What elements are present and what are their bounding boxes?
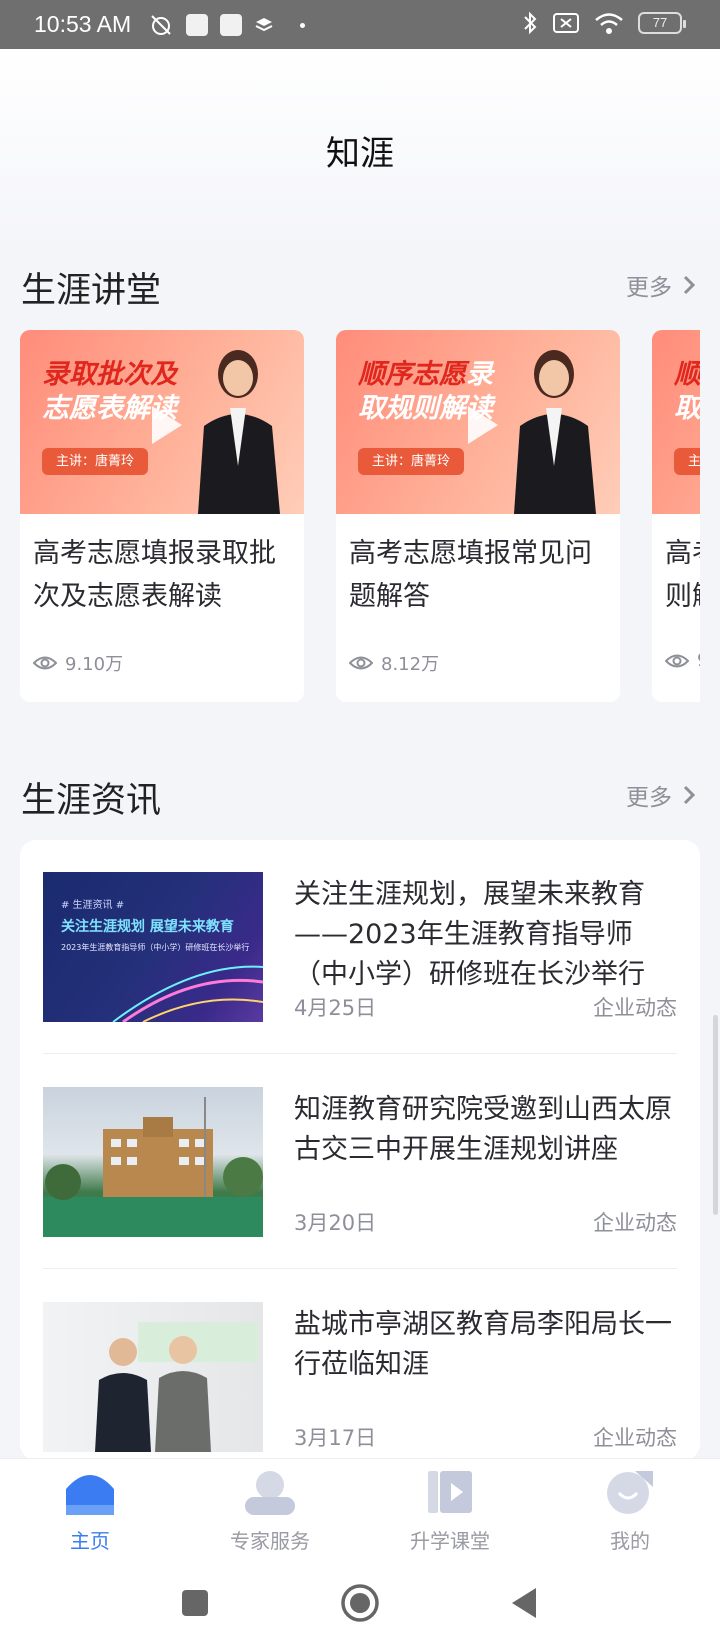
lecture-title: 高考志愿填报录取规则解读: [665, 538, 700, 612]
lecture-card[interactable]: 顺 取 主讲 高考志愿填报录取规则解读 9: [652, 330, 700, 702]
no-sim-icon: [553, 13, 579, 33]
back-icon[interactable]: [508, 1586, 538, 1620]
news-title: 盐城市亭湖区教育局李阳局长一行莅临知涯: [294, 1309, 672, 1380]
thumbnail-line: 录: [466, 359, 493, 390]
divider: [43, 1268, 677, 1269]
alarm-off-icon: [151, 15, 171, 35]
news-item[interactable]: 盐城市亭湖区教育局李阳局长一行莅临知涯 3月17日 企业动态: [43, 1302, 677, 1454]
lecture-thumbnail: 顺 取 主讲: [652, 330, 700, 514]
more-notifications-icon: [300, 22, 305, 28]
news-list: # 生涯资讯 # 关注生涯规划 展望未来教育 2023年生涯教育指导师（中小学）…: [20, 840, 700, 1460]
status-notification-icons: [148, 12, 305, 38]
thumbnail-decoration: [112, 965, 263, 1022]
news-category: 企业动态: [593, 1426, 677, 1450]
chevron-right-icon: [683, 785, 696, 805]
bottom-tab-bar: 主页 专家服务 升学课堂 我的: [0, 1458, 720, 1564]
lecture-title: 高考志愿填报常见问题解答: [349, 538, 592, 612]
app-notification-icon: [220, 14, 242, 36]
news-category: 企业动态: [593, 1211, 677, 1235]
news-date: 3月20日: [294, 1211, 377, 1235]
news-section-title: 生涯资讯: [21, 781, 162, 821]
view-count-value: 8.12万: [381, 654, 440, 675]
news-item[interactable]: # 生涯资讯 # 关注生涯规划 展望未来教育 2023年生涯教育指导师（中小学）…: [43, 872, 677, 1024]
layers-icon: [255, 18, 273, 32]
wifi-icon: [595, 13, 623, 34]
thumbnail-title: 顺 取: [674, 358, 700, 426]
eye-icon: [665, 654, 689, 667]
eye-icon: [33, 656, 57, 670]
news-title: 关注生涯规划，展望未来教育——2023年生涯教育指导师（中小学）研修班在长沙举行: [294, 879, 645, 990]
battery-icon: 77: [638, 12, 686, 34]
page-title: 知涯: [326, 134, 394, 174]
thumbnail-line: 取规则: [358, 393, 439, 424]
school-building-photo: [43, 1097, 263, 1237]
thumbnail-line: 顺: [674, 359, 700, 390]
tab-label: 升学课堂: [410, 1529, 490, 1553]
lecture-carousel[interactable]: 录取批次及 志愿表解读 主讲：唐菁玲 高考志愿填报录取批次及志愿表解读 9.10…: [20, 330, 700, 702]
news-title: 知涯教育研究院受邀到山西太原古交三中开展生涯规划讲座: [294, 1094, 672, 1165]
thumbnail-line: 顺序志愿: [358, 359, 466, 390]
profile-icon: [607, 1471, 653, 1514]
view-count-value: 9.10万: [65, 654, 124, 675]
status-bar: 10:53 AM 77: [0, 0, 720, 49]
news-date: 4月25日: [294, 996, 377, 1020]
lectures-section-title: 生涯讲堂: [21, 271, 162, 311]
page-header: 知涯: [0, 49, 720, 249]
tab-label: 专家服务: [230, 1529, 310, 1553]
home-icon: [66, 1475, 114, 1515]
view-count: 8.12万: [349, 650, 439, 676]
thumbnail-line: 志愿表: [42, 393, 123, 424]
play-icon[interactable]: [468, 406, 498, 444]
classroom-icon: [428, 1471, 472, 1513]
chevron-right-icon: [683, 275, 696, 295]
people-photo: [95, 1322, 258, 1452]
view-count: 9.10万: [33, 650, 123, 676]
tab-expert-services[interactable]: 专家服务: [210, 1469, 330, 1554]
news-thumbnail: [43, 1302, 263, 1452]
lecture-thumbnail: 录取批次及 志愿表解读 主讲：唐菁玲: [20, 330, 304, 514]
expert-icon: [245, 1471, 295, 1515]
status-time: 10:53 AM: [34, 11, 132, 37]
thumbnail-title: 录取批次及 志愿表解读: [42, 358, 212, 426]
news-item[interactable]: 知涯教育研究院受邀到山西太原古交三中开展生涯规划讲座 3月20日 企业动态: [43, 1087, 677, 1239]
news-thumbnail: # 生涯资讯 # 关注生涯规划 展望未来教育 2023年生涯教育指导师（中小学）…: [43, 872, 263, 1022]
bluetooth-icon: [524, 11, 537, 35]
thumbnail-title: 顺序志愿录 取规则解读: [358, 358, 528, 426]
app-notification-icon: [186, 14, 208, 36]
play-icon[interactable]: [152, 406, 182, 444]
tab-home[interactable]: 主页: [30, 1469, 150, 1554]
recents-icon[interactable]: [180, 1588, 210, 1618]
lecture-card[interactable]: 顺序志愿录 取规则解读 主讲：唐菁玲 高考志愿填报常见问题解答 8.12万: [336, 330, 620, 702]
lecture-title: 高考志愿填报录取批次及志愿表解读: [33, 538, 276, 612]
lectures-more-link[interactable]: 更多: [626, 268, 696, 302]
eye-icon: [349, 656, 373, 670]
tab-profile[interactable]: 我的: [570, 1469, 690, 1554]
scrollbar[interactable]: [713, 1015, 718, 1215]
tab-label: 我的: [610, 1529, 650, 1553]
speaker-tag: 主讲：唐菁玲: [358, 448, 465, 475]
tab-classroom[interactable]: 升学课堂: [390, 1469, 510, 1554]
speaker-photo: [514, 350, 596, 514]
news-date: 3月17日: [294, 1426, 377, 1450]
divider: [43, 1053, 677, 1054]
speaker-tag: 主讲: [674, 448, 700, 475]
lecture-card[interactable]: 录取批次及 志愿表解读 主讲：唐菁玲 高考志愿填报录取批次及志愿表解读 9.10…: [20, 330, 304, 702]
system-navigation-bar: [0, 1564, 720, 1650]
speaker-tag: 主讲：唐菁玲: [42, 448, 149, 475]
more-label: 更多: [626, 275, 672, 301]
lecture-thumbnail: 顺序志愿录 取规则解读 主讲：唐菁玲: [336, 330, 620, 514]
thumbnail-line: 录取批次及: [42, 359, 177, 390]
news-thumbnail: [43, 1087, 263, 1237]
view-count-value: 9: [697, 650, 700, 671]
thumbnail-line: 取: [674, 393, 700, 424]
news-more-link[interactable]: 更多: [626, 778, 696, 812]
tab-label: 主页: [70, 1529, 110, 1553]
more-label: 更多: [626, 785, 672, 811]
status-system-icons: 77: [522, 10, 686, 36]
news-category: 企业动态: [593, 996, 677, 1020]
view-count: 9: [665, 650, 700, 671]
speaker-photo: [198, 350, 280, 514]
home-button-icon[interactable]: [340, 1583, 380, 1623]
